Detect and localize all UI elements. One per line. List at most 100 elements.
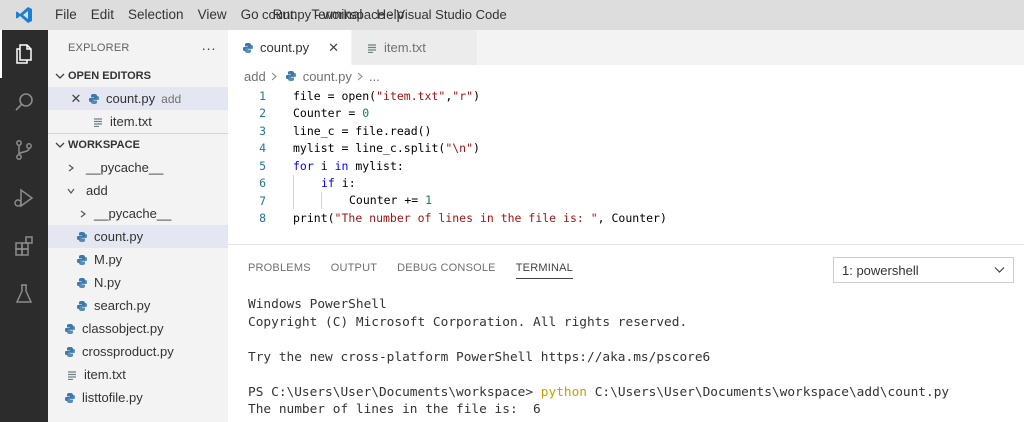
code-string: "\n" — [445, 141, 474, 156]
chevron-right-icon — [64, 164, 78, 172]
code-number: 0 — [362, 106, 370, 121]
open-editor-label: item.txt — [110, 114, 152, 129]
line-number: 8 — [259, 211, 266, 226]
terminal-line: Windows PowerShell — [248, 297, 387, 312]
tree-label: classobject.py — [82, 321, 164, 336]
code-token: line_c = file.read() — [293, 123, 432, 138]
tree-label: __pycache__ — [94, 206, 172, 221]
workspace-label: WORKSPACE — [68, 139, 140, 151]
code-keyword: in — [334, 158, 349, 173]
code-line: 7 Counter += 1 — [228, 192, 1024, 210]
code-token: ) — [473, 141, 480, 156]
tree-label: N.py — [94, 275, 121, 290]
terminal-command-line: PS C:\Users\User\Documents\workspace> py… — [248, 384, 1024, 402]
line-number: 4 — [259, 141, 266, 156]
terminal-prompt: PS C:\Users\User\Documents\workspace> — [248, 384, 541, 400]
python-file-icon — [62, 390, 78, 406]
explorer-icon[interactable] — [0, 30, 48, 78]
python-file-icon — [86, 91, 102, 107]
terminal-command: python — [540, 384, 588, 400]
terminal-output[interactable]: Windows PowerShell Copyright (C) Microso… — [228, 291, 1024, 419]
tab-label: item.txt — [384, 40, 426, 55]
tab-output[interactable]: OUTPUT — [321, 245, 387, 291]
run-debug-icon[interactable] — [0, 174, 48, 222]
python-file-icon — [240, 40, 256, 56]
search-icon[interactable] — [0, 78, 48, 126]
code-line: 2 Counter = 0 — [228, 105, 1024, 123]
tree-file-m[interactable]: M.py — [48, 248, 228, 271]
terminal-select[interactable]: 1: powershell — [833, 257, 1014, 283]
chevron-right-icon — [357, 69, 364, 84]
code-keyword: if — [321, 175, 335, 190]
code-token: mylist: — [348, 158, 404, 173]
close-icon[interactable]: ✕ — [68, 91, 84, 107]
line-number: 2 — [259, 106, 266, 121]
editor-tabs: count.py ✕ item.txt — [228, 30, 1024, 65]
line-number: 7 — [259, 193, 266, 208]
tab-count-py[interactable]: count.py ✕ — [228, 30, 352, 65]
tab-item-txt[interactable]: item.txt — [352, 30, 478, 65]
code-token: print( — [293, 211, 335, 226]
open-editor-count[interactable]: ✕ count.py add — [48, 87, 228, 110]
breadcrumb-folder[interactable]: add — [244, 69, 266, 84]
tab-close-button[interactable]: ✕ — [328, 40, 339, 56]
code-token: i — [313, 158, 335, 173]
line-number: 6 — [259, 176, 266, 191]
code-line: 3 line_c = file.read() — [228, 122, 1024, 140]
python-file-icon — [283, 68, 299, 84]
code-line: 6 if i: — [228, 174, 1024, 193]
code-string: "The number of lines in the file is: " — [334, 211, 598, 226]
open-editor-item-txt[interactable]: item.txt — [48, 110, 228, 133]
tab-terminal[interactable]: TERMINAL — [506, 245, 583, 291]
breadcrumb-symbols[interactable]: ... — [369, 69, 380, 84]
tree-file-item-txt[interactable]: item.txt — [48, 363, 228, 386]
source-control-icon[interactable] — [0, 126, 48, 174]
text-file-icon — [364, 40, 380, 56]
tree-label: __pycache__ — [86, 160, 164, 175]
tab-debug-console[interactable]: DEBUG CONSOLE — [387, 245, 506, 291]
chevron-right-icon — [271, 69, 278, 84]
open-editors-header[interactable]: OPEN EDITORS — [48, 65, 228, 87]
tree-file-crossproduct[interactable]: crossproduct.py — [48, 340, 228, 363]
chevron-down-icon — [64, 187, 78, 195]
bottom-panel: PROBLEMS OUTPUT DEBUG CONSOLE TERMINAL 1… — [228, 244, 1024, 422]
code-number: 1 — [425, 193, 433, 208]
more-actions-button[interactable]: ··· — [201, 40, 216, 56]
terminal-args: C:\Users\User\Documents\workspace\add\co… — [587, 384, 950, 400]
open-editor-label: count.py — [106, 91, 156, 106]
tree-folder-add-pycache[interactable]: __pycache__ — [48, 202, 228, 225]
code-token: mylist = line_c.split( — [293, 141, 446, 156]
extensions-icon[interactable] — [0, 222, 48, 270]
python-file-icon — [62, 344, 78, 360]
line-number: 3 — [259, 123, 266, 138]
tree-folder-pycache[interactable]: __pycache__ — [48, 156, 228, 179]
workspace-header[interactable]: WORKSPACE — [48, 134, 228, 156]
tab-problems[interactable]: PROBLEMS — [238, 245, 321, 291]
python-file-icon — [74, 298, 90, 314]
code-token: , Counter) — [597, 211, 667, 226]
tree-file-listtofile[interactable]: listtofile.py — [48, 386, 228, 409]
tree-file-n[interactable]: N.py — [48, 271, 228, 294]
tree-file-count[interactable]: count.py — [48, 225, 228, 248]
code-token: Counter += — [349, 193, 426, 208]
tree-label: count.py — [94, 229, 144, 244]
indent-guide — [321, 192, 349, 210]
chevron-down-icon — [994, 263, 1005, 278]
terminal-select-value: 1: powershell — [842, 262, 919, 278]
title-bar: File Edit Selection View Go Run Terminal… — [0, 0, 1024, 30]
testing-icon[interactable] — [0, 270, 48, 318]
tree-file-search[interactable]: search.py — [48, 294, 228, 317]
tree-file-classobject[interactable]: classobject.py — [48, 317, 228, 340]
open-editors-label: OPEN EDITORS — [68, 70, 151, 82]
python-file-icon — [74, 275, 90, 291]
breadcrumb: add count.py ... — [228, 65, 1024, 87]
code-editor[interactable]: 1 file = open("item.txt","r") 2 Counter … — [228, 87, 1024, 227]
terminal-result: The number of lines in the file is: 6 — [248, 402, 541, 417]
tree-folder-add[interactable]: add — [48, 179, 228, 202]
breadcrumb-file[interactable]: count.py — [303, 69, 352, 84]
indent-guide — [293, 174, 321, 192]
editor-group: count.py ✕ item.txt add count.py ... 1 f… — [228, 30, 1024, 244]
line-number: 1 — [259, 88, 266, 103]
